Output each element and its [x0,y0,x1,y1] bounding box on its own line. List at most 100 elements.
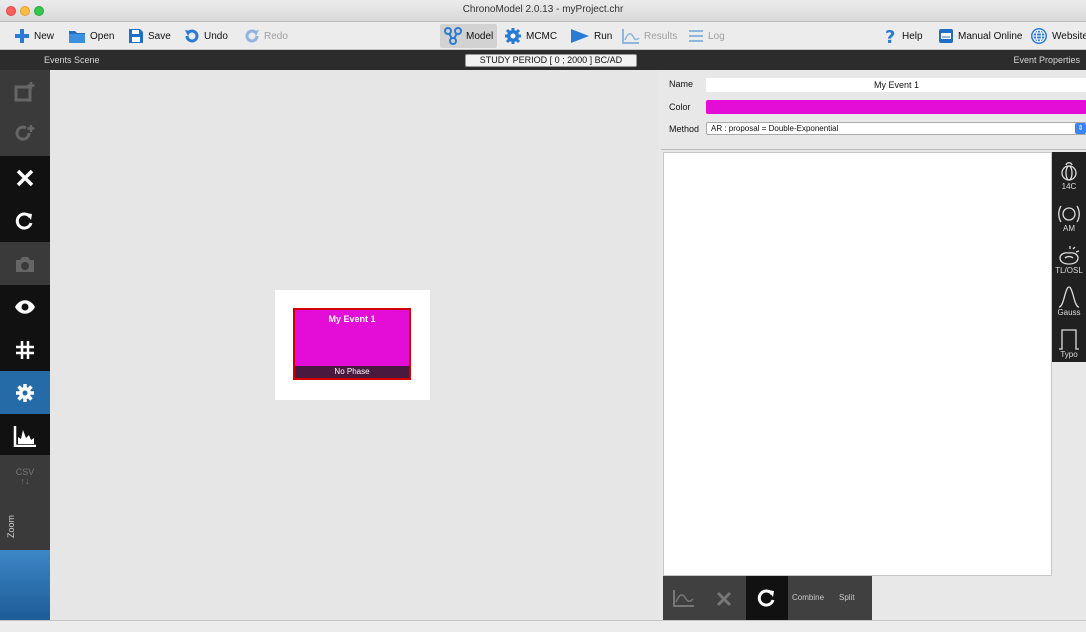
zoom-label: Zoom [6,514,16,538]
split-button[interactable]: Split [839,593,855,602]
am-label: AM [1063,224,1075,233]
new-event-button[interactable] [0,70,50,113]
csv-export-button[interactable]: CSV ↑↓ [0,455,50,498]
event-card[interactable]: My Event 1 No Phase [275,290,430,400]
restore-icon [757,589,775,607]
overview-button[interactable] [0,285,50,328]
new-event-icon [14,81,35,101]
play-icon [571,29,589,43]
restore-date-button[interactable] [746,576,788,620]
redo-icon [245,29,259,43]
scene-header-bar: Events Scene STUDY PERIOD [ 0 ; 2000 ] B… [0,50,1086,70]
undo-button[interactable]: Undo [184,24,228,48]
import-data-button[interactable] [0,414,50,457]
pdf-icon [939,29,953,43]
combine-button[interactable]: Combine [792,593,824,602]
delete-date-button[interactable] [716,591,732,612]
undo-icon [185,29,199,43]
export-image-button[interactable] [0,242,50,285]
event-name: My Event 1 [328,314,376,324]
sort-arrows-icon: ↑↓ [20,475,30,486]
close-icon [16,169,34,186]
chart-icon [622,29,640,44]
gauss-icon [1058,286,1080,308]
add-gauss-button[interactable]: Gauss [1052,278,1086,320]
redo-button-label: Redo [264,30,288,42]
model-tab-label: Model [466,30,494,42]
status-bar [0,620,1086,632]
save-button-label: Save [148,30,171,42]
run-button[interactable]: Run [570,24,612,48]
dates-list-area[interactable] [663,152,1052,576]
website-button-label: Website [1052,30,1086,42]
properties-button[interactable] [0,371,50,414]
tl-osl-label: TL/OSL [1055,266,1083,275]
camera-icon [16,256,34,272]
main-toolbar: New Open Save Undo Redo Model MCMC Run R… [0,22,1086,50]
events-scene-canvas[interactable]: My Event 1 No Phase [50,70,658,620]
archaeomagnetism-icon [1058,205,1080,223]
events-scene-label: Events Scene [44,55,100,65]
undo-button-label: Undo [204,30,228,42]
mcmc-tab-label: MCMC [526,30,558,42]
add-14c-button[interactable]: 14C [1052,152,1086,194]
event-name-field[interactable]: My Event 1 [706,78,1086,92]
gear-icon [16,383,34,402]
help-button-label: Help [902,30,923,42]
event-properties-panel: Name My Event 1 Color Method AR : propos… [661,70,1086,150]
calibration-button[interactable] [673,589,695,612]
results-tab[interactable]: Results [622,24,677,48]
list-icon [689,30,703,42]
tl-osl-icon [1059,246,1080,265]
typo-icon [1059,329,1079,350]
model-icon [444,27,462,45]
manual-online-button-label: Manual Online [958,30,1023,42]
chevron-updown-icon: ⇕ [1075,123,1086,134]
zoom-slider-fill [0,550,50,620]
redo-button[interactable]: Redo [244,24,288,48]
open-button[interactable]: Open [68,24,114,48]
event-phase-label: No Phase [295,366,409,378]
grid-button[interactable] [0,328,50,371]
log-tab[interactable]: Log [688,24,725,48]
delete-button[interactable] [0,156,50,199]
globe-icon [1031,28,1047,44]
14c-label: 14C [1061,182,1077,191]
restore-button[interactable] [0,199,50,242]
gauss-label: Gauss [1057,308,1081,317]
event-properties-label: Event Properties [1013,55,1080,65]
dates-bottom-toolbar: Combine Split [663,576,872,620]
method-select-value: AR : proposal = Double-Exponential [711,124,839,133]
add-am-button[interactable]: AM [1052,194,1086,236]
new-bound-icon [15,124,35,141]
website-button[interactable]: Website [1030,24,1086,48]
scene-toolbar: CSV ↑↓ Zoom [0,70,50,620]
event-box-my-event-1[interactable]: My Event 1 No Phase [293,308,411,380]
datation-tools-bar: 14C AM TL/OSL Gauss Typo [1052,152,1086,362]
new-button[interactable]: New [14,24,54,48]
name-label: Name [669,79,694,89]
new-button-label: New [34,30,55,42]
zoom-slider[interactable]: Zoom [0,498,50,620]
log-tab-label: Log [708,30,725,42]
manual-online-button[interactable]: Manual Online [938,24,1022,48]
mcmc-tab[interactable]: MCMC [504,24,557,48]
new-bound-button[interactable] [0,113,50,156]
event-color-picker[interactable] [706,100,1086,114]
add-typo-button[interactable]: Typo [1052,320,1086,362]
window-title: ChronoModel 2.0.13 - myProject.chr [462,4,624,15]
plus-icon [15,29,29,43]
model-tab[interactable]: Model [440,24,498,48]
save-button[interactable]: Save [128,24,171,48]
color-label: Color [669,102,691,112]
results-tab-label: Results [644,30,678,42]
gear-icon [505,28,521,44]
run-button-label: Run [594,30,613,42]
add-tl-osl-button[interactable]: TL/OSL [1052,236,1086,278]
grid-icon [16,340,34,359]
method-select[interactable]: AR : proposal = Double-Exponential ⇕ [706,122,1086,135]
eye-icon [15,299,35,314]
help-button[interactable]: ? Help [884,24,923,48]
title-bar: ChronoModel 2.0.13 - myProject.chr [0,0,1086,22]
study-period-button[interactable]: STUDY PERIOD [ 0 ; 2000 ] BC/AD [465,54,637,67]
